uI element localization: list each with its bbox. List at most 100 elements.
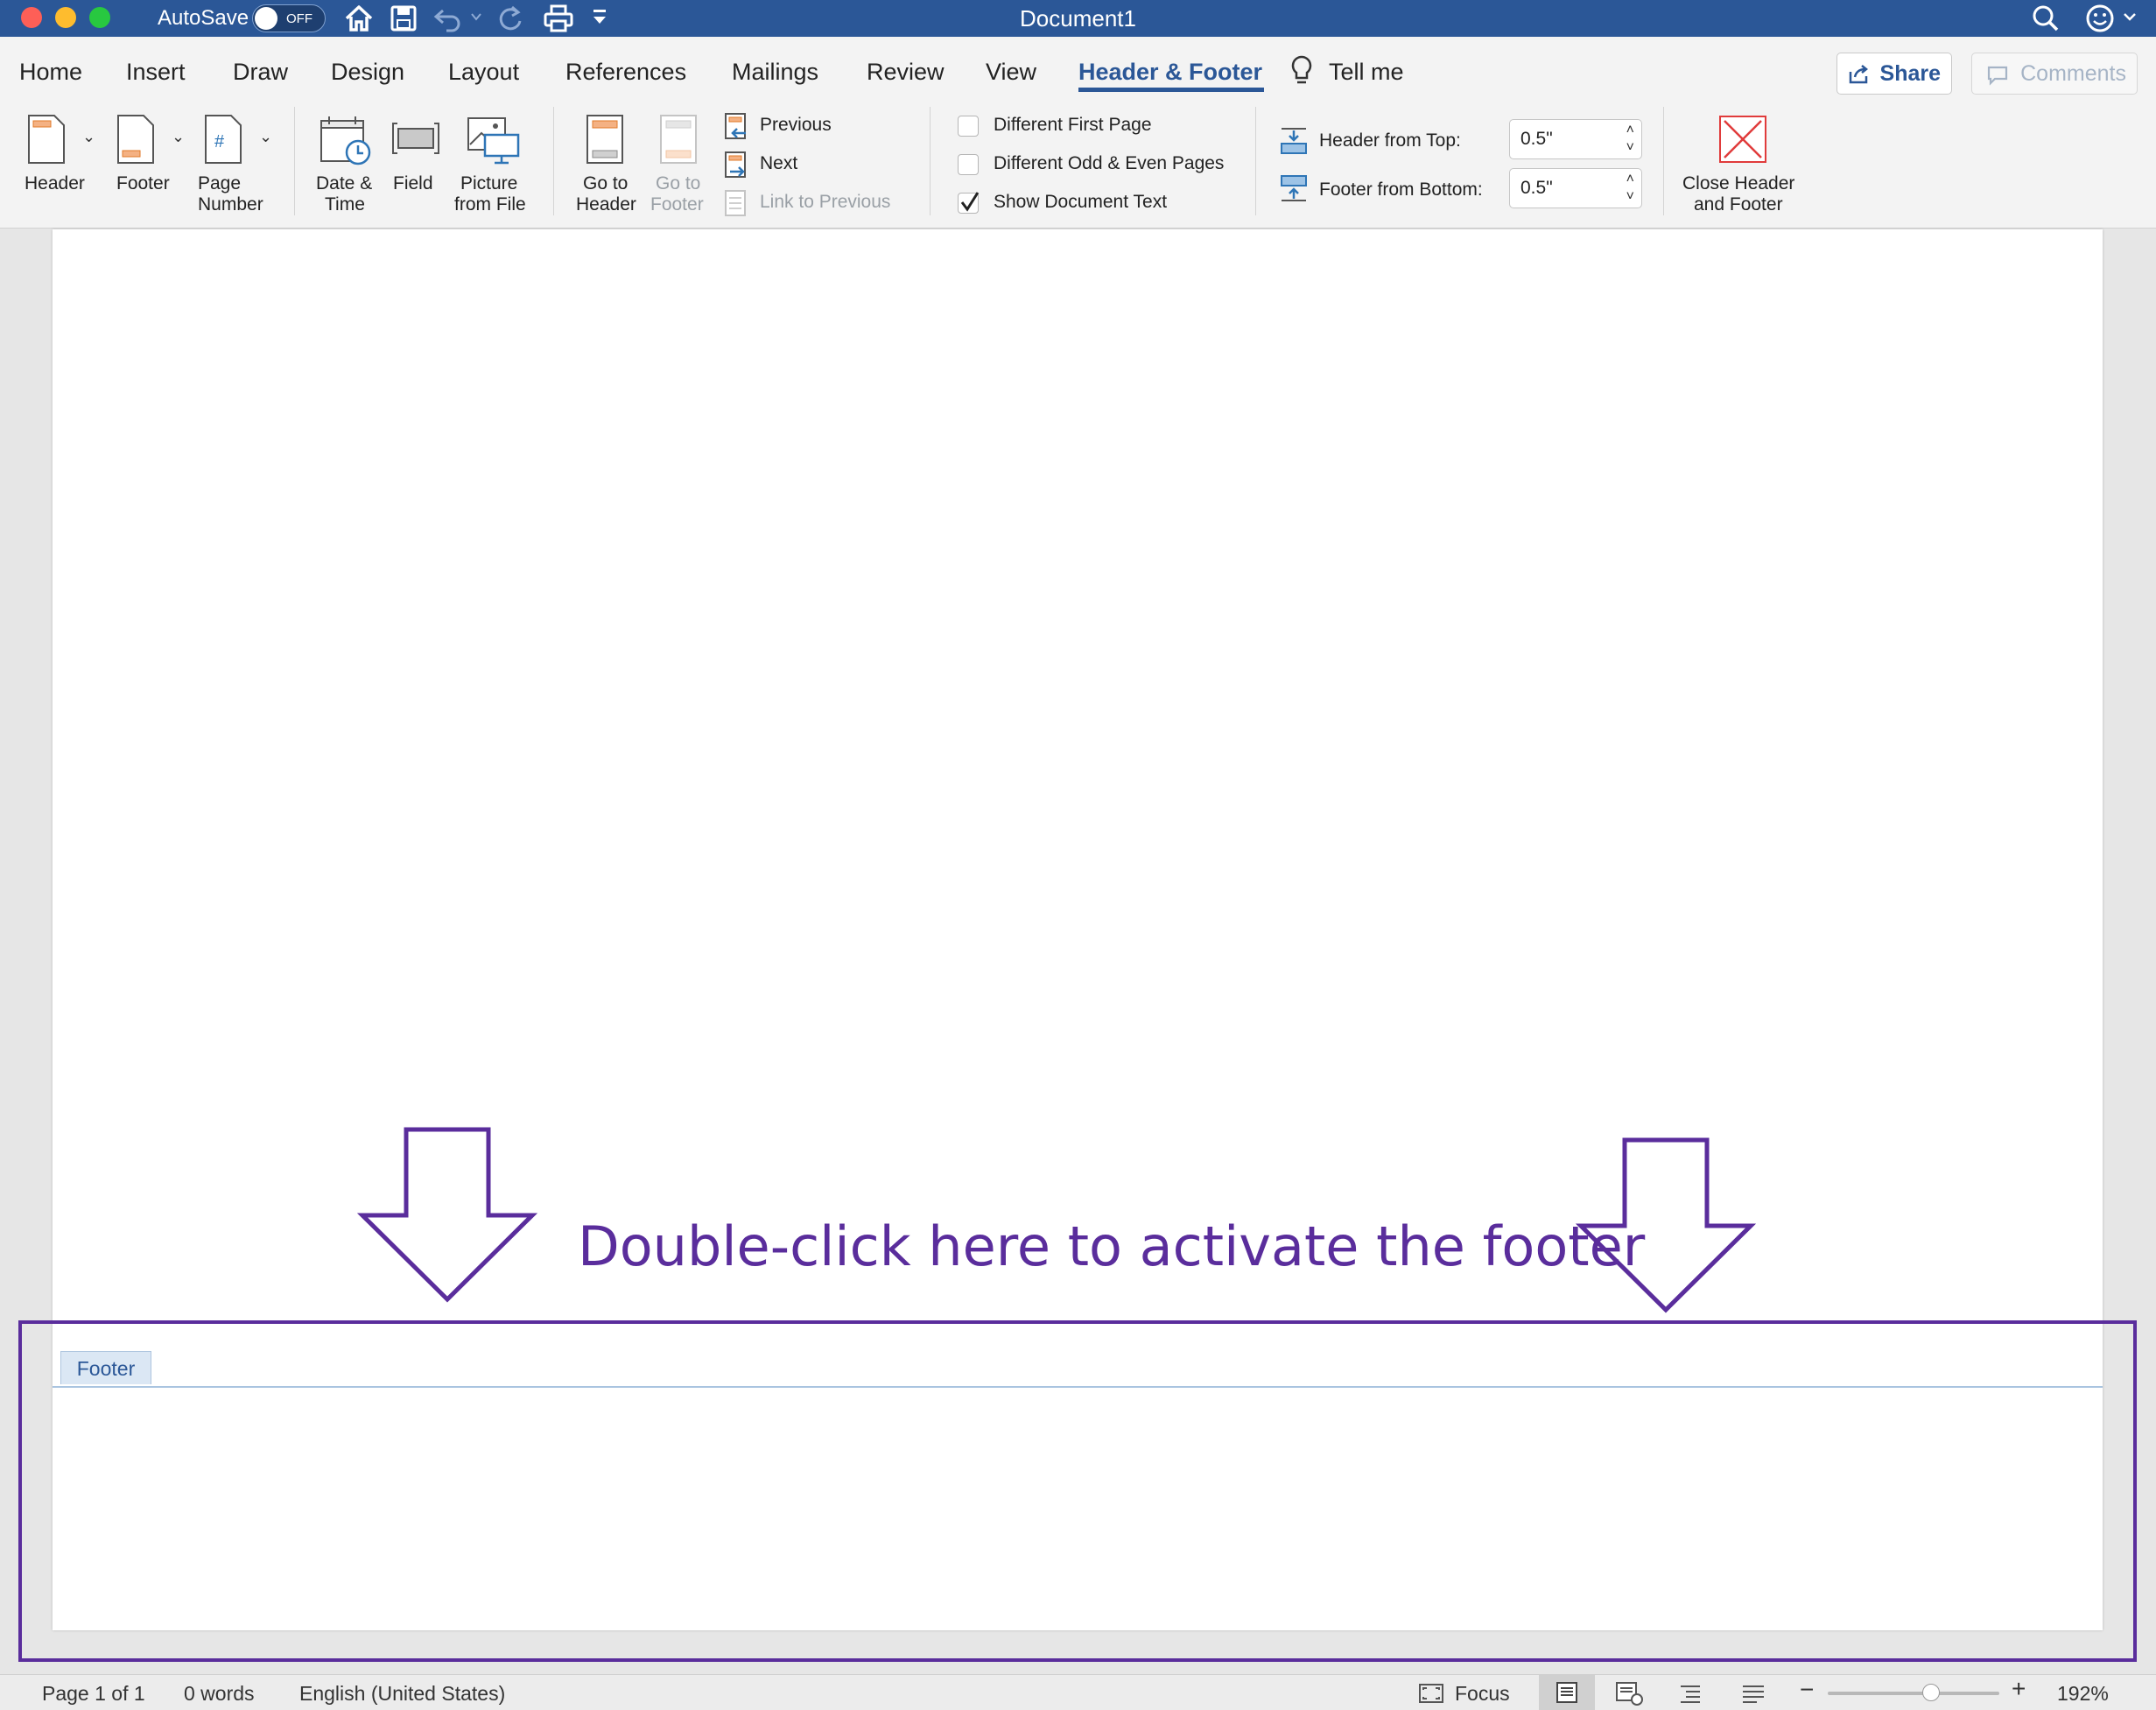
go-to-footer-label-2[interactable]: Footer <box>650 194 704 215</box>
close-header-footer-icon[interactable] <box>1717 114 1768 165</box>
tab-draw[interactable]: Draw <box>233 58 288 86</box>
zoom-slider[interactable] <box>1828 1684 1999 1701</box>
footer-button-label[interactable]: Footer <box>116 173 170 194</box>
tell-me-search[interactable]: Tell me <box>1329 58 1404 86</box>
different-first-page-checkbox[interactable] <box>958 116 979 137</box>
ribbon-tab-row: Home Insert Draw Design Layout Reference… <box>0 37 2156 107</box>
ribbon-separator <box>294 107 295 215</box>
zoom-level[interactable]: 192% <box>2057 1682 2109 1705</box>
tab-insert[interactable]: Insert <box>126 58 186 86</box>
picture-icon[interactable] <box>466 116 522 166</box>
print-layout-view-button[interactable] <box>1539 1675 1595 1710</box>
down-arrow-icon <box>357 1127 537 1303</box>
active-tab-indicator <box>1078 88 1264 92</box>
tab-home[interactable]: Home <box>19 58 82 86</box>
header-from-top-stepper[interactable]: 0.5" ˄ ˅ <box>1509 119 1642 159</box>
draft-view-icon[interactable] <box>1740 1682 1766 1705</box>
word-count[interactable]: 0 words <box>184 1682 255 1705</box>
print-layout-icon <box>1556 1682 1577 1703</box>
footer-from-bottom-stepper[interactable]: 0.5" ˄ ˅ <box>1509 168 1642 208</box>
focus-label[interactable]: Focus <box>1455 1682 1510 1705</box>
focus-mode-icon[interactable] <box>1418 1682 1444 1705</box>
picture-label-1[interactable]: Picture <box>460 173 517 194</box>
close-header-footer-label-1[interactable]: Close Header <box>1682 173 1794 194</box>
page-number-icon[interactable]: # <box>203 114 243 165</box>
different-odd-even-checkbox[interactable] <box>958 154 979 175</box>
date-time-label-2[interactable]: Time <box>325 194 365 215</box>
footer-from-bottom-value[interactable]: 0.5" <box>1520 178 1553 199</box>
next-label[interactable]: Next <box>760 152 797 175</box>
go-to-footer-icon[interactable] <box>658 114 699 165</box>
link-to-previous-icon[interactable] <box>723 189 749 219</box>
share-label: Share <box>1879 61 1941 86</box>
header-from-top-label: Header from Top: <box>1319 130 1461 151</box>
field-icon[interactable] <box>390 121 441 156</box>
smiley-feedback-icon[interactable] <box>2085 4 2117 33</box>
ribbon-separator <box>553 107 554 215</box>
previous-label[interactable]: Previous <box>760 114 832 137</box>
stepper-arrows-icon[interactable]: ˄ ˅ <box>1626 122 1634 157</box>
tab-header-footer[interactable]: Header & Footer <box>1078 58 1262 86</box>
header-icon[interactable] <box>26 114 67 165</box>
tab-review[interactable]: Review <box>867 58 945 86</box>
show-document-text-label: Show Document Text <box>994 192 1168 212</box>
field-label[interactable]: Field <box>393 173 433 194</box>
header-dropdown-icon[interactable]: ⌄ <box>82 128 95 146</box>
tab-view[interactable]: View <box>986 58 1036 86</box>
zoom-slider-thumb[interactable] <box>1921 1684 1940 1701</box>
link-to-previous-label[interactable]: Link to Previous <box>760 191 890 214</box>
comment-icon <box>1987 66 2008 86</box>
header-position-icon <box>1281 128 1307 154</box>
page-number-dropdown-icon[interactable]: ⌄ <box>259 128 272 146</box>
tab-mailings[interactable]: Mailings <box>732 58 818 86</box>
footer-icon[interactable] <box>116 114 156 165</box>
title-bar: AutoSave OFF Document1 <box>0 0 2156 37</box>
picture-label-2[interactable]: from File <box>454 194 526 215</box>
share-icon <box>1849 65 1869 84</box>
go-to-header-label-2[interactable]: Header <box>576 194 636 215</box>
comments-label: Comments <box>2020 61 2126 86</box>
footer-area-highlight[interactable] <box>18 1320 2137 1662</box>
previous-section-icon[interactable] <box>723 112 749 142</box>
footer-position-icon <box>1281 175 1307 201</box>
next-section-icon[interactable] <box>723 151 749 180</box>
calendar-clock-icon[interactable] <box>319 114 373 166</box>
page-count[interactable]: Page 1 of 1 <box>42 1682 145 1705</box>
search-icon[interactable] <box>2031 4 2061 33</box>
document-title: Document1 <box>1020 5 1136 32</box>
ribbon-toolbar: ⌄ Header ⌄ Footer # ⌄ Page Number Date &… <box>0 107 2156 229</box>
tab-references[interactable]: References <box>565 58 686 86</box>
header-from-top-value[interactable]: 0.5" <box>1520 129 1553 150</box>
svg-text:#: # <box>214 132 225 151</box>
footer-from-bottom-label: Footer from Bottom: <box>1319 179 1483 200</box>
page-number-label-1[interactable]: Page <box>198 173 241 194</box>
zoom-in-icon[interactable]: + <box>2012 1677 2026 1701</box>
tab-layout[interactable]: Layout <box>448 58 519 86</box>
checkmark-icon <box>960 192 980 212</box>
footer-dropdown-icon[interactable]: ⌄ <box>172 128 185 146</box>
go-to-header-label-1[interactable]: Go to <box>583 173 628 194</box>
tab-design[interactable]: Design <box>331 58 404 86</box>
share-button[interactable]: Share <box>1836 53 1952 95</box>
zoom-out-icon[interactable]: − <box>1800 1678 1814 1702</box>
page-number-label-2[interactable]: Number <box>198 194 263 215</box>
stepper-arrows-icon[interactable]: ˄ ˅ <box>1626 171 1634 206</box>
lightbulb-icon <box>1291 55 1312 84</box>
ribbon-separator <box>1255 107 1256 215</box>
date-time-label-1[interactable]: Date & <box>316 173 372 194</box>
header-button-label[interactable]: Header <box>25 173 85 194</box>
ribbon-separator <box>930 107 931 215</box>
comments-button[interactable]: Comments <box>1971 53 2138 95</box>
ribbon-separator <box>1663 107 1664 215</box>
show-document-text-checkbox[interactable] <box>958 192 980 214</box>
footer-instruction-annotation: Double-click here to activate the footer <box>578 1214 1646 1278</box>
go-to-header-icon[interactable] <box>585 114 625 165</box>
different-first-page-label: Different First Page <box>994 115 1152 135</box>
close-header-footer-label-2[interactable]: and Footer <box>1694 194 1783 215</box>
language-indicator[interactable]: English (United States) <box>299 1682 505 1705</box>
go-to-footer-label-1[interactable]: Go to <box>656 173 700 194</box>
web-layout-icon[interactable] <box>1614 1681 1644 1706</box>
feedback-dropdown-icon[interactable] <box>2122 9 2138 26</box>
different-odd-even-label: Different Odd & Even Pages <box>994 153 1225 173</box>
outline-view-icon[interactable] <box>1677 1682 1703 1705</box>
